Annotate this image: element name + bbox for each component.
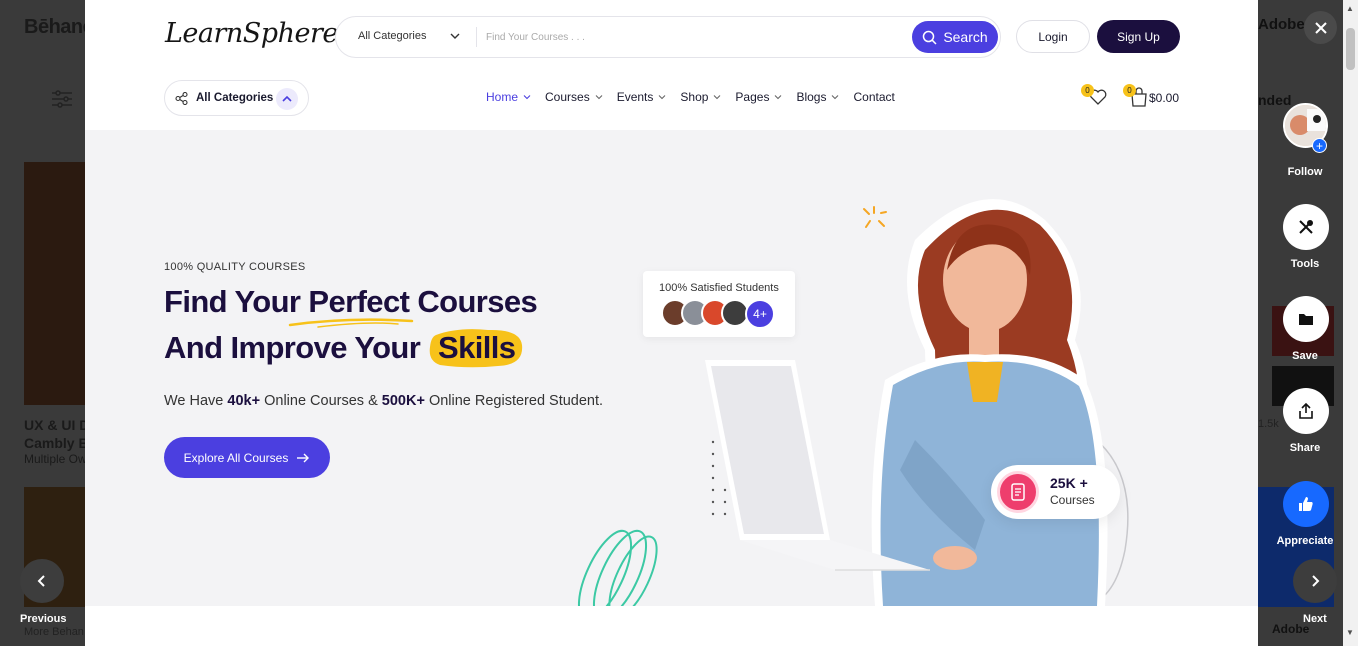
category-select[interactable]: All Categories [358, 30, 426, 42]
close-button[interactable] [1304, 11, 1337, 44]
chevron-down-icon [523, 95, 531, 100]
main-navigation: Home Courses Events Shop Pages Blogs Con… [486, 90, 895, 104]
more-behance-label: More Behan [24, 626, 84, 638]
hero-subline: We Have 40k+ Online Courses & 500K+ Onli… [164, 393, 603, 409]
next-label[interactable]: Next [1303, 613, 1327, 625]
chevron-left-icon [37, 575, 45, 587]
tools-label[interactable]: Tools [1265, 258, 1345, 270]
divider [476, 27, 477, 47]
chevron-down-icon [832, 95, 839, 100]
hero-headline-highlight: Skills [438, 330, 516, 365]
search-icon [923, 30, 937, 45]
courses-count-card: 25K + Courses [991, 465, 1120, 519]
background-project-title[interactable]: UX & UI D Cambly B [24, 416, 86, 452]
save-button[interactable] [1283, 296, 1329, 342]
share-button[interactable] [1283, 388, 1329, 434]
nav-item-label: Courses [545, 90, 590, 104]
cart-count-badge: 0 [1123, 84, 1136, 97]
courses-label: Courses [1050, 493, 1095, 507]
share-label[interactable]: Share [1265, 442, 1345, 454]
appreciate-button[interactable] [1283, 481, 1329, 527]
background-owner-label: Adobe [1258, 16, 1305, 33]
nav-item-shop[interactable]: Shop [680, 90, 721, 104]
chevron-down-icon [714, 95, 721, 100]
cart-total: $0.00 [1149, 91, 1180, 105]
student-count: 500K+ [381, 393, 425, 409]
all-categories-label: All Categories [196, 92, 274, 104]
folder-icon [1299, 314, 1313, 325]
nav-item-pages[interactable]: Pages [735, 90, 782, 104]
previous-label[interactable]: Previous [20, 613, 66, 625]
scroll-thumb[interactable] [1346, 28, 1355, 70]
nav-item-label: Events [616, 90, 654, 104]
nav-item-label: Pages [735, 90, 770, 104]
nav-item-blogs[interactable]: Blogs [796, 90, 839, 104]
thumbs-up-icon [1299, 497, 1313, 511]
chevron-down-icon [775, 95, 782, 100]
arrow-right-icon [297, 453, 310, 462]
search-button[interactable]: Search [912, 21, 998, 53]
save-label[interactable]: Save [1265, 350, 1345, 362]
subline-text: Online Courses & [260, 393, 382, 409]
tools-button[interactable] [1283, 204, 1329, 250]
hero-headline-line2: And Improve Your [164, 330, 421, 365]
explore-courses-label: Explore All Courses [183, 450, 289, 465]
chevron-down-icon [659, 95, 666, 100]
search-button-label: Search [943, 29, 988, 45]
background-project-thumbnail[interactable] [24, 162, 86, 405]
nav-item-courses[interactable]: Courses [545, 90, 603, 104]
page-footer-area [85, 606, 1258, 646]
nav-item-home[interactable]: Home [486, 90, 531, 104]
previous-project-button[interactable] [20, 559, 64, 603]
appreciate-label[interactable]: Appreciate [1265, 535, 1345, 547]
learnsphere-logo[interactable]: LearnSphere [165, 18, 338, 49]
nav-item-label: Contact [853, 90, 895, 104]
nav-item-label: Blogs [796, 90, 827, 104]
search-input[interactable] [486, 27, 896, 47]
chevron-up-icon [276, 88, 298, 110]
chevron-down-icon [595, 95, 603, 100]
book-icon [997, 471, 1039, 513]
course-search-bar: All Categories Search [335, 16, 1001, 58]
background-appreciation-count: 1.5k [1258, 418, 1279, 430]
explore-courses-button[interactable]: Explore All Courses [164, 437, 330, 478]
more-students-badge: 4+ [745, 299, 775, 329]
hero-section: 100% QUALITY COURSES Find Your Perfect C… [85, 130, 1258, 606]
satisfied-students-card: 100% Satisfied Students 4+ [643, 271, 795, 337]
scroll-up-arrow[interactable]: ▲ [1346, 4, 1354, 13]
chevron-right-icon [1312, 575, 1320, 587]
chevron-down-icon[interactable] [448, 29, 462, 43]
nav-item-label: Home [486, 90, 519, 104]
share-nodes-icon [175, 92, 188, 105]
follow-label[interactable]: Follow [1265, 166, 1345, 178]
subline-text: We Have [164, 393, 228, 409]
subline-text: Online Registered Student. [424, 393, 604, 409]
scribble-decoration [577, 529, 658, 606]
nav-item-events[interactable]: Events [617, 90, 667, 104]
signup-button[interactable]: Sign Up [1097, 20, 1180, 53]
close-icon [1314, 21, 1327, 34]
course-count: 40k+ [227, 393, 261, 409]
nav-item-label: Shop [680, 90, 709, 104]
tools-icon [1299, 220, 1313, 234]
filter-icon[interactable] [52, 90, 72, 108]
page-scrollbar[interactable]: ▲ ▼ [1343, 0, 1358, 646]
background-project-owner[interactable]: Multiple Ow [24, 452, 86, 466]
hero-eyebrow: 100% QUALITY COURSES [164, 261, 306, 273]
project-modal: LearnSphere All Categories Search Login … [85, 0, 1258, 646]
student-with-laptop-image [705, 199, 1129, 606]
follow-plus-icon[interactable]: + [1312, 138, 1327, 153]
background-sort-label: nded [1258, 92, 1292, 108]
login-button[interactable]: Login [1016, 20, 1090, 53]
all-categories-button[interactable]: All Categories [164, 80, 309, 116]
scroll-down-arrow[interactable]: ▼ [1346, 628, 1354, 637]
students-card-label: 100% Satisfied Students [659, 282, 779, 294]
wishlist-count-badge: 0 [1081, 84, 1094, 97]
courses-count: 25K + [1050, 475, 1088, 491]
next-project-button[interactable] [1293, 559, 1337, 603]
underline-decoration [288, 318, 414, 328]
share-icon [1299, 402, 1313, 419]
nav-item-contact[interactable]: Contact [853, 90, 894, 104]
